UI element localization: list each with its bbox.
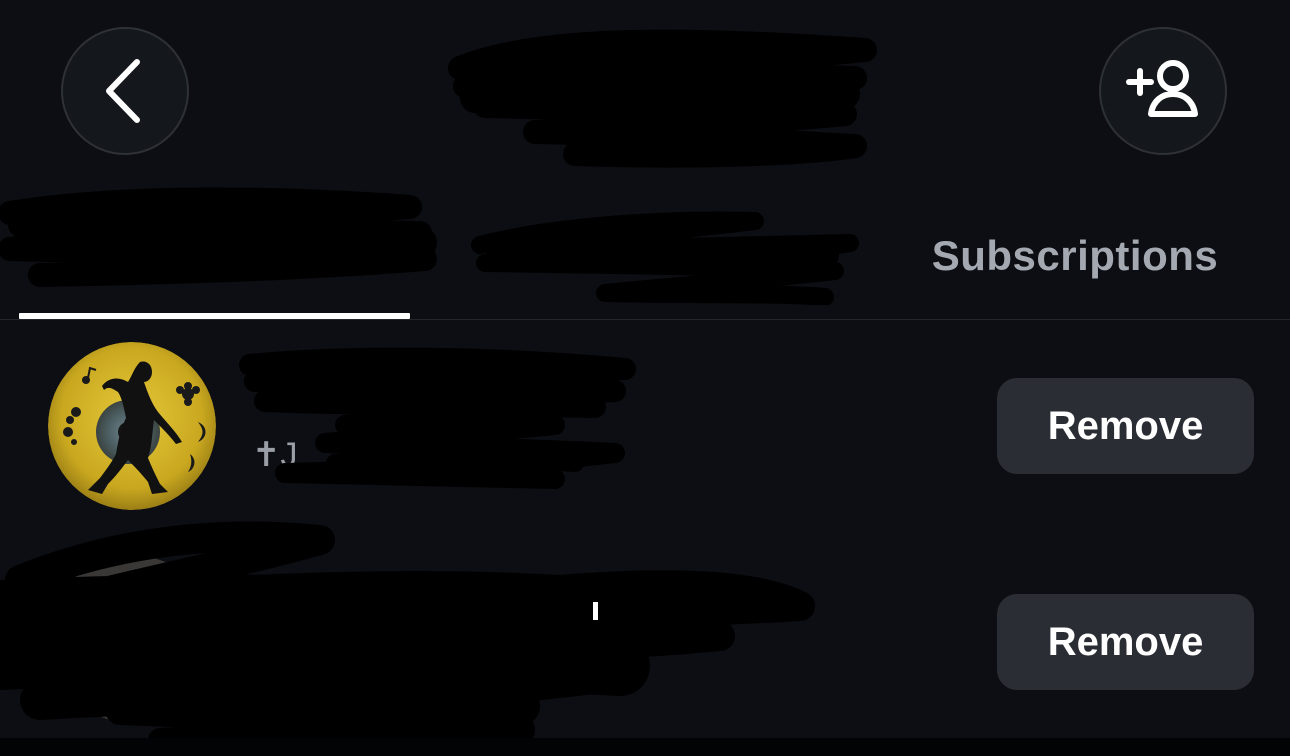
add-person-button[interactable]: [1099, 27, 1227, 155]
list-item: Remove: [0, 545, 1290, 735]
app-screen: Subscriptions ✝J Remove Remove: [0, 0, 1290, 756]
tab-followers[interactable]: [0, 205, 430, 315]
tabs-divider: [0, 319, 1290, 320]
tab-following[interactable]: [430, 205, 860, 315]
avatar[interactable]: [48, 555, 216, 723]
back-button[interactable]: [61, 27, 189, 155]
display-name: ✝J: [252, 436, 298, 474]
bottom-bar: [0, 738, 1290, 756]
avatar-image: [48, 342, 216, 510]
tab-subscriptions[interactable]: Subscriptions: [860, 205, 1290, 315]
remove-button[interactable]: Remove: [997, 594, 1254, 690]
avatar-image: [48, 555, 216, 723]
avatar[interactable]: [48, 342, 216, 510]
tab-subscriptions-label: Subscriptions: [931, 232, 1219, 279]
list-item: ✝J Remove: [0, 330, 1290, 520]
remove-button[interactable]: Remove: [997, 378, 1254, 474]
add-person-icon: [1126, 60, 1198, 117]
chevron-left-icon: [106, 59, 140, 123]
redaction-scribble-title: [448, 29, 877, 168]
